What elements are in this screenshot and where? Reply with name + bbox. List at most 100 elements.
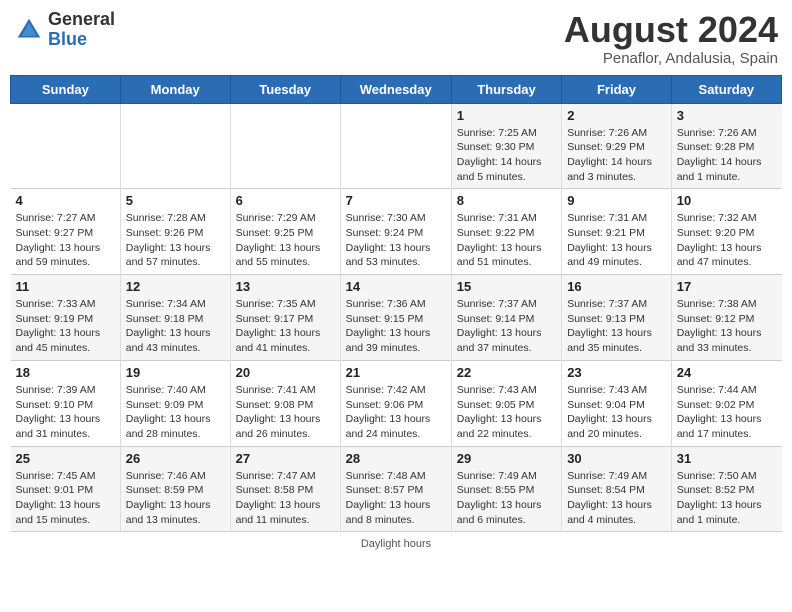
calendar-cell: 17 Sunrise: 7:38 AM Sunset: 9:12 PM Dayli… — [671, 275, 781, 361]
month-title: August 2024 — [564, 10, 778, 50]
day-number: 2 — [567, 108, 666, 123]
week-row-2: 11Sunrise: 7:33 AM Sunset: 9:19 PM Dayli… — [11, 275, 782, 361]
calendar-cell — [230, 103, 340, 189]
day-number: 5 — [126, 193, 225, 208]
calendar-cell: 19Sunrise: 7:40 AM Sunset: 9:09 PM Dayli… — [120, 360, 230, 446]
calendar-cell: 27 Sunrise: 7:47 AM Sunset: 8:58 PM Dayli… — [230, 446, 340, 532]
day-header-thursday: Thursday — [451, 75, 561, 103]
day-header-tuesday: Tuesday — [230, 75, 340, 103]
day-number: 14 — [346, 279, 446, 294]
day-header-sunday: Sunday — [11, 75, 121, 103]
week-row-4: 25 Sunrise: 7:45 AM Sunset: 9:01 PM Dayli… — [11, 446, 782, 532]
calendar-cell — [11, 103, 121, 189]
day-info: Sunrise: 7:43 AM Sunset: 9:05 PM Dayligh… — [457, 383, 556, 442]
calendar-cell: 23Sunrise: 7:43 AM Sunset: 9:04 PM Dayli… — [562, 360, 672, 446]
day-info: Sunrise: 7:29 AM Sunset: 9:25 PM Dayligh… — [236, 211, 335, 270]
day-number: 31 — [677, 451, 777, 466]
day-number: 25 — [16, 451, 115, 466]
calendar-cell: 20 Sunrise: 7:41 AM Sunset: 9:08 PM Dayli… — [230, 360, 340, 446]
day-header-monday: Monday — [120, 75, 230, 103]
day-info: Sunrise: 7:43 AM Sunset: 9:04 PM Dayligh… — [567, 383, 666, 442]
day-info: Sunrise: 7:26 AM Sunset: 9:29 PM Dayligh… — [567, 126, 666, 185]
day-number: 8 — [457, 193, 556, 208]
day-info: Sunrise: 7:47 AM Sunset: 8:58 PM Dayligh… — [236, 469, 335, 528]
day-header-friday: Friday — [562, 75, 672, 103]
day-info: Sunrise: 7:41 AM Sunset: 9:08 PM Dayligh… — [236, 383, 335, 442]
header-row: SundayMondayTuesdayWednesdayThursdayFrid… — [11, 75, 782, 103]
calendar-cell: 24Sunrise: 7:44 AM Sunset: 9:02 PM Dayli… — [671, 360, 781, 446]
week-row-0: 1 Sunrise: 7:25 AM Sunset: 9:30 PM Daylig… — [11, 103, 782, 189]
day-info: Sunrise: 7:49 AM Sunset: 8:55 PM Dayligh… — [457, 469, 556, 528]
day-number: 4 — [16, 193, 115, 208]
calendar-cell: 12 Sunrise: 7:34 AM Sunset: 9:18 PM Dayli… — [120, 275, 230, 361]
title-block: August 2024 Penaflor, Andalusia, Spain — [564, 10, 778, 67]
calendar-cell: 29Sunrise: 7:49 AM Sunset: 8:55 PM Dayli… — [451, 446, 561, 532]
calendar-cell: 5 Sunrise: 7:28 AM Sunset: 9:26 PM Daylig… — [120, 189, 230, 275]
day-info: Sunrise: 7:50 AM Sunset: 8:52 PM Dayligh… — [677, 469, 777, 528]
day-number: 27 — [236, 451, 335, 466]
calendar-cell — [340, 103, 451, 189]
calendar-cell: 6 Sunrise: 7:29 AM Sunset: 9:25 PM Daylig… — [230, 189, 340, 275]
day-info: Sunrise: 7:34 AM Sunset: 9:18 PM Dayligh… — [126, 297, 225, 356]
day-number: 20 — [236, 365, 335, 380]
logo-blue: Blue — [48, 30, 115, 50]
day-info: Sunrise: 7:39 AM Sunset: 9:10 PM Dayligh… — [16, 383, 115, 442]
calendar-cell: 13 Sunrise: 7:35 AM Sunset: 9:17 PM Dayli… — [230, 275, 340, 361]
calendar-cell: 8Sunrise: 7:31 AM Sunset: 9:22 PM Daylig… — [451, 189, 561, 275]
day-info: Sunrise: 7:49 AM Sunset: 8:54 PM Dayligh… — [567, 469, 666, 528]
day-number: 13 — [236, 279, 335, 294]
day-number: 1 — [457, 108, 556, 123]
day-number: 30 — [567, 451, 666, 466]
calendar-cell: 21Sunrise: 7:42 AM Sunset: 9:06 PM Dayli… — [340, 360, 451, 446]
day-number: 9 — [567, 193, 666, 208]
day-info: Sunrise: 7:32 AM Sunset: 9:20 PM Dayligh… — [677, 211, 777, 270]
day-number: 7 — [346, 193, 446, 208]
day-info: Sunrise: 7:38 AM Sunset: 9:12 PM Dayligh… — [677, 297, 777, 356]
calendar-cell: 16Sunrise: 7:37 AM Sunset: 9:13 PM Dayli… — [562, 275, 672, 361]
calendar-cell: 26Sunrise: 7:46 AM Sunset: 8:59 PM Dayli… — [120, 446, 230, 532]
day-info: Sunrise: 7:46 AM Sunset: 8:59 PM Dayligh… — [126, 469, 225, 528]
day-info: Sunrise: 7:28 AM Sunset: 9:26 PM Dayligh… — [126, 211, 225, 270]
day-number: 10 — [677, 193, 777, 208]
location-subtitle: Penaflor, Andalusia, Spain — [564, 50, 778, 67]
week-row-3: 18 Sunrise: 7:39 AM Sunset: 9:10 PM Dayli… — [11, 360, 782, 446]
calendar-cell: 15Sunrise: 7:37 AM Sunset: 9:14 PM Dayli… — [451, 275, 561, 361]
day-info: Sunrise: 7:35 AM Sunset: 9:17 PM Dayligh… — [236, 297, 335, 356]
calendar-table: SundayMondayTuesdayWednesdayThursdayFrid… — [10, 75, 782, 533]
calendar-cell: 28 Sunrise: 7:48 AM Sunset: 8:57 PM Dayli… — [340, 446, 451, 532]
day-info: Sunrise: 7:48 AM Sunset: 8:57 PM Dayligh… — [346, 469, 446, 528]
day-info: Sunrise: 7:31 AM Sunset: 9:21 PM Dayligh… — [567, 211, 666, 270]
day-number: 6 — [236, 193, 335, 208]
logo: General Blue — [14, 10, 115, 50]
logo-icon — [14, 15, 44, 45]
calendar-cell: 3Sunrise: 7:26 AM Sunset: 9:28 PM Daylig… — [671, 103, 781, 189]
page-header: General Blue August 2024 Penaflor, Andal… — [10, 10, 782, 67]
day-number: 18 — [16, 365, 115, 380]
calendar-cell: 31 Sunrise: 7:50 AM Sunset: 8:52 PM Dayli… — [671, 446, 781, 532]
day-number: 28 — [346, 451, 446, 466]
calendar-cell: 1 Sunrise: 7:25 AM Sunset: 9:30 PM Daylig… — [451, 103, 561, 189]
day-number: 3 — [677, 108, 777, 123]
day-header-wednesday: Wednesday — [340, 75, 451, 103]
logo-general: General — [48, 10, 115, 30]
day-info: Sunrise: 7:30 AM Sunset: 9:24 PM Dayligh… — [346, 211, 446, 270]
logo-text: General Blue — [48, 10, 115, 50]
day-info: Sunrise: 7:40 AM Sunset: 9:09 PM Dayligh… — [126, 383, 225, 442]
day-info: Sunrise: 7:33 AM Sunset: 9:19 PM Dayligh… — [16, 297, 115, 356]
calendar-cell: 10 Sunrise: 7:32 AM Sunset: 9:20 PM Dayli… — [671, 189, 781, 275]
day-number: 17 — [677, 279, 777, 294]
day-number: 21 — [346, 365, 446, 380]
day-number: 22 — [457, 365, 556, 380]
calendar-cell: 18 Sunrise: 7:39 AM Sunset: 9:10 PM Dayli… — [11, 360, 121, 446]
day-info: Sunrise: 7:25 AM Sunset: 9:30 PM Dayligh… — [457, 126, 556, 185]
day-info: Sunrise: 7:37 AM Sunset: 9:14 PM Dayligh… — [457, 297, 556, 356]
day-info: Sunrise: 7:36 AM Sunset: 9:15 PM Dayligh… — [346, 297, 446, 356]
day-info: Sunrise: 7:45 AM Sunset: 9:01 PM Dayligh… — [16, 469, 115, 528]
day-header-saturday: Saturday — [671, 75, 781, 103]
day-number: 12 — [126, 279, 225, 294]
calendar-header: SundayMondayTuesdayWednesdayThursdayFrid… — [11, 75, 782, 103]
calendar-cell: 9 Sunrise: 7:31 AM Sunset: 9:21 PM Daylig… — [562, 189, 672, 275]
calendar-cell: 11Sunrise: 7:33 AM Sunset: 9:19 PM Dayli… — [11, 275, 121, 361]
day-info: Sunrise: 7:27 AM Sunset: 9:27 PM Dayligh… — [16, 211, 115, 270]
calendar-cell: 4 Sunrise: 7:27 AM Sunset: 9:27 PM Daylig… — [11, 189, 121, 275]
